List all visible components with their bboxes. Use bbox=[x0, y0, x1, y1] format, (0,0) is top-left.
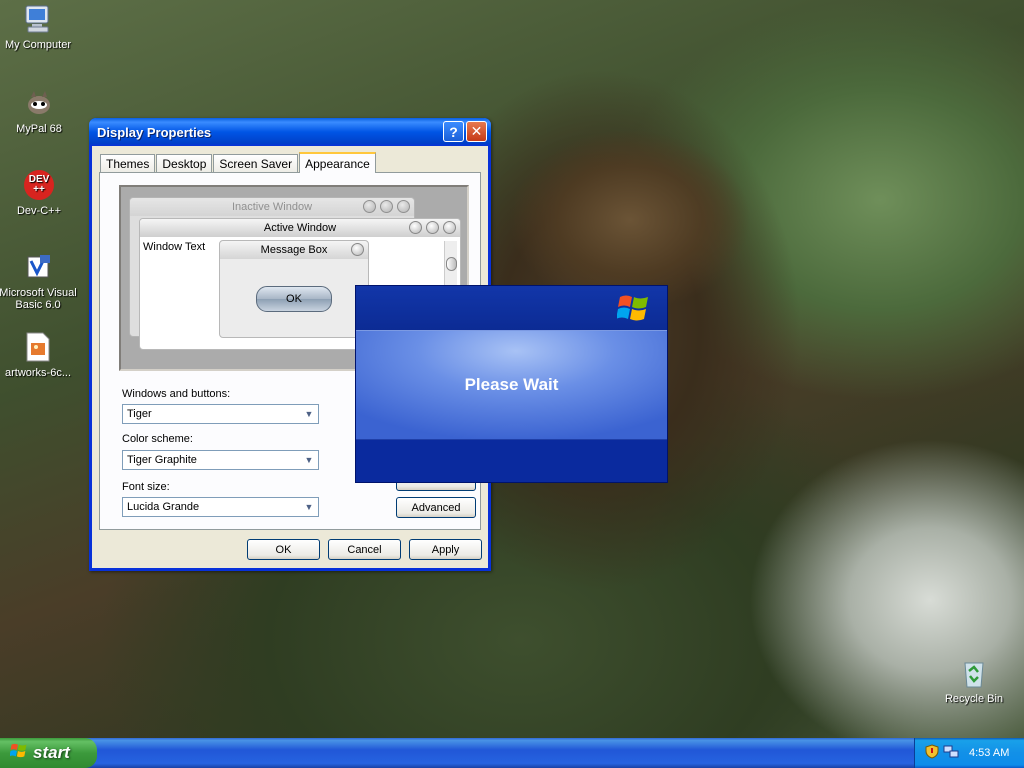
vb6-icon bbox=[21, 250, 55, 284]
font-size-select[interactable]: Lucida Grande ▼ bbox=[122, 497, 319, 517]
tab-screen-saver[interactable]: Screen Saver bbox=[213, 154, 299, 173]
desktop-icon-vb6[interactable]: Microsoft Visual Basic 6.0 bbox=[0, 250, 78, 311]
devcpp-icon: DEV ++ bbox=[22, 168, 56, 202]
windows-flag-icon bbox=[9, 742, 28, 764]
help-icon: ? bbox=[449, 123, 458, 140]
clock[interactable]: 4:53 AM bbox=[969, 747, 1009, 759]
advanced-button[interactable]: Advanced bbox=[396, 497, 476, 518]
color-scheme-label: Color scheme: bbox=[122, 433, 193, 445]
help-button[interactable]: ? bbox=[443, 121, 464, 142]
desktop-icon-label: My Computer bbox=[4, 39, 72, 51]
preview-message-box-title: Message Box bbox=[260, 244, 328, 256]
font-size-label: Font size: bbox=[122, 481, 170, 493]
mypal-icon bbox=[22, 86, 56, 120]
preview-active-title: Active Window bbox=[263, 222, 337, 234]
desktop-icon-label: Microsoft Visual Basic 6.0 bbox=[0, 287, 77, 311]
tab-themes[interactable]: Themes bbox=[100, 154, 156, 173]
windows-and-buttons-select[interactable]: Tiger ▼ bbox=[122, 404, 319, 424]
desktop-icon-label: Dev-C++ bbox=[16, 205, 62, 217]
recycle-bin-icon bbox=[957, 656, 991, 690]
ok-button[interactable]: OK bbox=[247, 539, 320, 560]
start-label: start bbox=[33, 743, 70, 762]
window-title: Display Properties bbox=[97, 124, 212, 140]
tab-appearance[interactable]: Appearance bbox=[299, 152, 376, 173]
close-icon: ✕ bbox=[470, 123, 483, 139]
desktop-icon-recycle-bin[interactable]: Recycle Bin bbox=[934, 656, 1014, 705]
chevron-down-icon: ▼ bbox=[304, 409, 314, 419]
desktop-icon-label: artworks-6c... bbox=[4, 367, 71, 379]
security-shield-icon[interactable] bbox=[925, 744, 939, 762]
apply-button[interactable]: Apply bbox=[409, 539, 482, 560]
system-tray: 4:53 AM bbox=[914, 738, 1024, 768]
please-wait-dialog: Please Wait bbox=[355, 285, 668, 483]
image-file-icon bbox=[21, 330, 55, 364]
preview-inactive-title: Inactive Window bbox=[231, 201, 313, 213]
my-computer-icon bbox=[21, 2, 55, 36]
please-wait-message: Please Wait bbox=[464, 375, 559, 394]
cancel-button[interactable]: Cancel bbox=[328, 539, 401, 560]
desktop-icon-mypal[interactable]: MyPal 68 bbox=[0, 86, 79, 135]
start-button[interactable]: start bbox=[0, 738, 97, 768]
desktop-icon-artworks[interactable]: artworks-6c... bbox=[0, 330, 78, 379]
window-title-bar[interactable]: Display Properties bbox=[89, 118, 491, 146]
color-scheme-select[interactable]: Tiger Graphite ▼ bbox=[122, 450, 319, 470]
close-button[interactable]: ✕ bbox=[466, 121, 487, 142]
desktop-icon-label: Recycle Bin bbox=[944, 693, 1004, 705]
preview-message-box: Message Box OK bbox=[219, 240, 369, 338]
chevron-down-icon: ▼ bbox=[304, 455, 314, 465]
network-icon[interactable] bbox=[943, 744, 959, 762]
taskbar: start 4:53 AM bbox=[0, 738, 1024, 768]
preview-window-text: Window Text bbox=[143, 241, 206, 253]
chevron-down-icon: ▼ bbox=[304, 502, 314, 512]
preview-ok-button: OK bbox=[256, 286, 332, 312]
desktop-icon-devcpp[interactable]: DEV ++ Dev-C++ bbox=[0, 168, 79, 217]
tab-strip: Themes Desktop Screen Saver Appearance bbox=[100, 152, 377, 173]
windows-flag-icon bbox=[616, 292, 651, 327]
tab-desktop[interactable]: Desktop bbox=[156, 154, 213, 173]
windows-and-buttons-label: Windows and buttons: bbox=[122, 388, 231, 400]
desktop-icon-label: MyPal 68 bbox=[16, 123, 62, 135]
desktop-icon-my-computer[interactable]: My Computer bbox=[0, 2, 78, 51]
